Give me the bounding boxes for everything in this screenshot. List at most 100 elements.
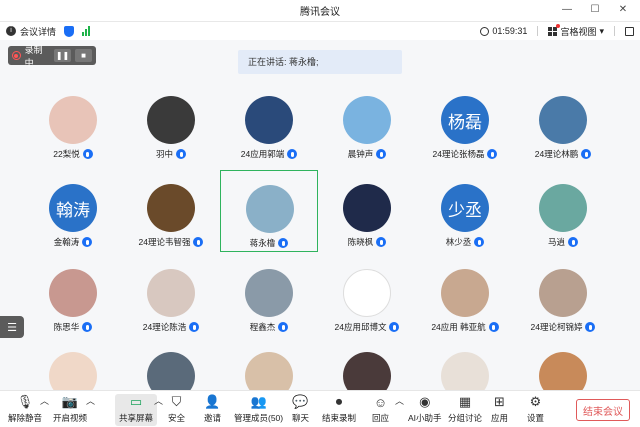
avatar bbox=[539, 269, 587, 317]
participant-name-row: 22梨悦 bbox=[24, 148, 122, 160]
apps-icon: ⊞ bbox=[494, 394, 505, 409]
members-icon: 👥 bbox=[250, 394, 267, 409]
chat-icon: 💬 bbox=[292, 394, 309, 409]
video-options-chevron-icon[interactable]: ︿ bbox=[86, 394, 95, 407]
avatar bbox=[539, 96, 587, 144]
microphone-icon bbox=[278, 238, 289, 248]
microphone-icon bbox=[488, 322, 499, 332]
microphone-icon bbox=[287, 149, 298, 159]
participant-tile[interactable]: 杨磊 24理论张杨磊 bbox=[416, 82, 514, 164]
reaction-icon: ☺ bbox=[373, 394, 388, 410]
microphone-icon bbox=[581, 149, 592, 159]
ai-assistant-button[interactable]: ◉ AI小助手 bbox=[408, 394, 442, 424]
divider bbox=[614, 26, 615, 36]
participant-tile[interactable]: 22梨悦 bbox=[24, 82, 122, 164]
participant-name-row: 羽中 bbox=[122, 148, 220, 160]
start-video-button[interactable]: 📷 开启视频 bbox=[53, 394, 87, 424]
participant-tile[interactable]: 24应用邱博文 bbox=[318, 255, 416, 337]
participant-name: 24理论林鹏 bbox=[534, 149, 579, 159]
participant-name: 24应用 韩亚航 bbox=[431, 322, 486, 332]
participant-name-row: 蒋永橹 bbox=[221, 237, 317, 249]
close-button[interactable]: ✕ bbox=[616, 4, 630, 15]
participant-tile[interactable]: 程鑫杰 bbox=[220, 255, 318, 337]
participant-tile[interactable]: 马逍 bbox=[514, 170, 612, 252]
meeting-timer: 01:59:31 bbox=[480, 26, 527, 36]
participant-tile[interactable]: 羽中 bbox=[122, 82, 220, 164]
participant-tile[interactable]: 少丞 林少丞 bbox=[416, 170, 514, 252]
recording-indicator: 录制中 ❚❚ ■ bbox=[8, 45, 96, 68]
share-screen-icon: ▭ bbox=[129, 394, 143, 409]
participant-tile[interactable]: 陈晓枫 bbox=[318, 170, 416, 252]
gear-icon: ⚙ bbox=[529, 394, 542, 409]
participant-tile[interactable]: 24应用郭端 bbox=[220, 82, 318, 164]
participant-name-row: 程鑫杰 bbox=[220, 321, 318, 333]
avatar bbox=[49, 269, 97, 317]
audio-options-chevron-icon[interactable]: ︿ bbox=[40, 394, 49, 407]
participant-name: 羽中 bbox=[155, 149, 173, 159]
avatar bbox=[343, 269, 391, 317]
participant-name: 马逍 bbox=[547, 237, 565, 247]
ai-assistant-icon: ◉ bbox=[419, 394, 431, 409]
invite-button[interactable]: 👤 邀请 bbox=[204, 394, 221, 424]
chevron-down-icon: ▾ bbox=[599, 25, 604, 36]
participant-name: 24应用邱博文 bbox=[334, 322, 387, 332]
participant-tile[interactable]: 24理论韦智强 bbox=[122, 170, 220, 252]
unmute-button[interactable]: 🎙 解除静音 bbox=[8, 394, 42, 424]
stop-recording-button[interactable]: ■ bbox=[75, 49, 92, 62]
end-recording-button[interactable]: ⏺ 结束录制 bbox=[322, 394, 356, 424]
reaction-button[interactable]: ☺ 回应 bbox=[372, 394, 389, 424]
bottom-toolbar: 🎙 解除静音 ︿ 📷 开启视频 ︿ ▭ 共享屏幕 ︿ ⛉ 安全 👤 邀请 👥 管… bbox=[0, 390, 640, 427]
security-shield-icon[interactable] bbox=[64, 25, 75, 37]
breakout-rooms-button[interactable]: ▦ 分组讨论 bbox=[448, 394, 482, 424]
participant-tile[interactable]: 陈思华 bbox=[24, 255, 122, 337]
participant-name-row: 马逍 bbox=[514, 236, 612, 248]
avatar bbox=[245, 269, 293, 317]
chat-button[interactable]: 💬 聊天 bbox=[292, 394, 309, 424]
microphone-icon bbox=[568, 237, 578, 247]
view-switch-button[interactable]: 宫格视图 ▾ bbox=[548, 23, 604, 38]
participant-tile[interactable]: 晨钟声 bbox=[318, 82, 416, 164]
participant-list-toggle[interactable]: ☰ bbox=[0, 316, 24, 338]
reaction-options-chevron-icon[interactable]: ︿ bbox=[395, 394, 404, 407]
avatar: 翰涛 bbox=[49, 184, 97, 232]
microphone-muted-icon: 🎙 bbox=[16, 394, 34, 409]
share-options-chevron-icon[interactable]: ︿ bbox=[154, 394, 163, 407]
participant-tile[interactable]: 24应用 韩亚航 bbox=[416, 255, 514, 337]
participant-name: 程鑫杰 bbox=[249, 322, 276, 332]
participant-tile[interactable]: 24理论陈浩 bbox=[122, 255, 220, 337]
stop-record-icon: ⏺ bbox=[335, 394, 343, 409]
settings-button[interactable]: ⚙ 设置 bbox=[527, 394, 544, 424]
participant-name-row: 林少丞 bbox=[416, 236, 514, 248]
share-screen-button[interactable]: ▭ 共享屏幕 bbox=[115, 394, 158, 426]
end-meeting-button[interactable]: 结束会议 bbox=[576, 399, 630, 421]
participant-tile[interactable]: 翰涛 金翰涛 bbox=[24, 170, 122, 252]
pause-recording-button[interactable]: ❚❚ bbox=[54, 49, 72, 62]
meeting-details-link[interactable]: 会议详情 bbox=[20, 25, 56, 38]
avatar bbox=[246, 185, 294, 233]
participant-name-row: 24应用邱博文 bbox=[318, 321, 416, 333]
security-button[interactable]: ⛉ 安全 bbox=[168, 394, 185, 424]
participant-tile[interactable]: 蒋永橹 bbox=[220, 170, 318, 252]
info-icon[interactable]: i bbox=[6, 26, 16, 36]
fullscreen-icon[interactable] bbox=[625, 26, 634, 36]
participant-name: 24理论张杨磊 bbox=[432, 149, 485, 159]
participant-name-row: 24理论林鹏 bbox=[514, 148, 612, 160]
participant-name: 晨钟声 bbox=[347, 149, 374, 159]
divider bbox=[537, 26, 539, 36]
participant-name-row: 晨钟声 bbox=[318, 148, 416, 160]
participant-name-row: 24理论张杨磊 bbox=[416, 148, 514, 160]
manage-members-button[interactable]: 👥 管理成员(50) bbox=[234, 394, 283, 424]
maximize-button[interactable]: ☐ bbox=[588, 4, 602, 15]
network-signal-icon[interactable] bbox=[82, 26, 91, 36]
avatar bbox=[147, 96, 195, 144]
timer-value: 01:59:31 bbox=[492, 26, 528, 36]
participant-tile[interactable]: 24理论柯锦婷 bbox=[514, 255, 612, 337]
microphone-icon bbox=[376, 149, 387, 159]
minimize-button[interactable]: — bbox=[560, 4, 574, 15]
view-label: 宫格视图 bbox=[560, 26, 597, 37]
add-user-icon: 👤 bbox=[204, 394, 221, 409]
participant-tile[interactable]: 24理论林鹏 bbox=[514, 82, 612, 164]
apps-button[interactable]: ⊞ 应用 bbox=[491, 394, 508, 424]
breakout-icon: ▦ bbox=[458, 394, 472, 409]
list-icon: ☰ bbox=[7, 321, 17, 334]
